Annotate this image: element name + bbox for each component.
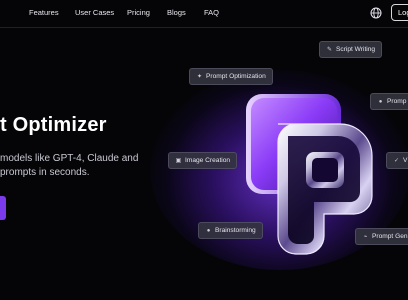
wand-icon: ⌁ (363, 234, 368, 240)
check-icon: ✓ (393, 158, 400, 164)
tag-script-writing[interactable]: ✎ Script Writing (319, 41, 383, 58)
hero-subtitle-line-1: models like GPT-4, Claude and (0, 153, 139, 164)
tag-image-creation-label: Image Creation (185, 157, 231, 164)
lightbulb-icon: ● (206, 228, 211, 234)
tag-script-writing-label: Script Writing (336, 46, 376, 53)
tag-prompt-gen-label: Prompt Gen (372, 233, 408, 240)
hero-title: t Optimizer (0, 114, 107, 136)
nav-blogs[interactable]: Blogs (167, 8, 186, 17)
top-navigation: Features User Cases Pricing Blogs FAQ Lo… (0, 0, 408, 28)
tag-prompt-optimization-label: Prompt Optimization (206, 73, 266, 80)
hero-subtitle-line-2: prompts in seconds. (0, 167, 90, 178)
tag-prompt-right[interactable]: ● Promp (370, 93, 408, 110)
tag-prompt-optimization[interactable]: ✦ Prompt Optimization (189, 68, 273, 85)
tag-v-right-label: V (403, 157, 408, 164)
login-button[interactable]: Log (391, 4, 408, 21)
wand-icon: ✦ (196, 74, 203, 80)
tag-image-creation[interactable]: ▣ Image Creation (168, 152, 238, 169)
nav-features[interactable]: Features (29, 8, 59, 17)
tag-v-right[interactable]: ✓ V (386, 152, 408, 169)
globe-icon[interactable] (370, 7, 382, 19)
get-started-button[interactable] (0, 196, 6, 220)
tag-prompt-gen[interactable]: ⌁ Prompt Gen (355, 228, 408, 245)
tag-brainstorming-label: Brainstorming (215, 227, 256, 234)
nav-faq[interactable]: FAQ (204, 8, 219, 17)
page: Features User Cases Pricing Blogs FAQ Lo… (0, 0, 408, 300)
script-icon: ✎ (326, 47, 333, 53)
image-icon: ▣ (175, 158, 182, 164)
nav-pricing[interactable]: Pricing (127, 8, 150, 17)
tag-prompt-right-label: Promp (387, 98, 407, 105)
user-icon: ● (378, 99, 383, 105)
nav-user-cases[interactable]: User Cases (75, 8, 114, 17)
tag-brainstorming[interactable]: ● Brainstorming (198, 222, 263, 239)
